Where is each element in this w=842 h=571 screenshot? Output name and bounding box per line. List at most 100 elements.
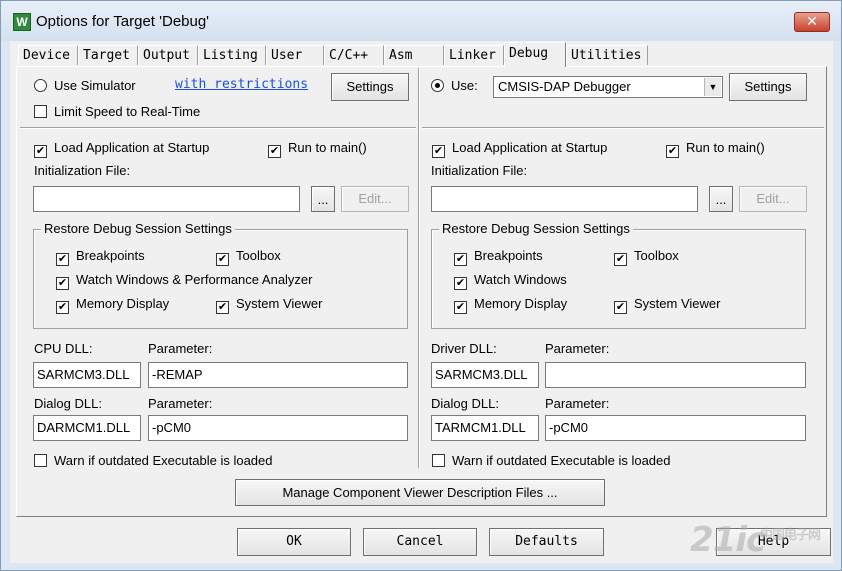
check-icon[interactable]: ✔ [614, 301, 627, 314]
defaults-button[interactable]: Defaults [489, 528, 604, 556]
left-run-main-checkbox[interactable]: ✔ Run to main() [268, 140, 367, 158]
check-icon[interactable]: ✔ [666, 145, 679, 158]
radio-simulator[interactable] [34, 79, 47, 92]
use-simulator-radio[interactable]: Use Simulator [34, 78, 136, 94]
tab-device[interactable]: Device [18, 45, 78, 65]
right-breakpoints-label: Breakpoints [474, 248, 543, 263]
left-load-app-checkbox[interactable]: ✔ Load Application at Startup [34, 140, 209, 158]
tab-utilities[interactable]: Utilities [566, 45, 648, 65]
check-icon[interactable]: ✔ [34, 145, 47, 158]
ok-button[interactable]: OK [237, 528, 351, 556]
tab-asm[interactable]: Asm [384, 45, 444, 65]
use-label: Use: [451, 78, 478, 93]
check-icon[interactable]: ✔ [216, 253, 229, 266]
left-edit-button[interactable]: Edit... [341, 186, 409, 212]
right-dialog-dll-label: Dialog DLL: [431, 396, 499, 411]
driver-param-input[interactable] [545, 362, 806, 388]
right-run-main-checkbox[interactable]: ✔ Run to main() [666, 140, 765, 158]
right-watch-checkbox[interactable]: ✔ Watch Windows [454, 272, 567, 290]
simulator-settings-button[interactable]: Settings [331, 73, 409, 101]
tab-cc[interactable]: C/C++ [324, 45, 384, 65]
right-warn-checkbox[interactable]: Warn if outdated Executable is loaded [432, 453, 671, 469]
right-toolbox-label: Toolbox [634, 248, 679, 263]
right-system-viewer-checkbox[interactable]: ✔ System Viewer [614, 296, 720, 314]
tab-listing[interactable]: Listing [198, 45, 266, 65]
tab-debug[interactable]: Debug [504, 42, 566, 67]
left-browse-button[interactable]: ... [311, 186, 335, 212]
watermark-subtext: 中国电子网 [760, 528, 821, 543]
tab-linker[interactable]: Linker [444, 45, 504, 65]
check-icon[interactable]: ✔ [216, 301, 229, 314]
left-watch-label: Watch Windows & Performance Analyzer [76, 272, 313, 287]
tab-target[interactable]: Target [78, 45, 138, 65]
driver-param-label: Parameter: [545, 341, 610, 356]
use-debugger-radio[interactable]: Use: [431, 78, 478, 94]
column-divider [418, 68, 420, 468]
left-breakpoints-checkbox[interactable]: ✔ Breakpoints [56, 248, 145, 266]
tab-user[interactable]: User [266, 45, 324, 65]
debugger-settings-button[interactable]: Settings [729, 73, 807, 101]
keil-app-icon: W [13, 13, 31, 31]
right-dialog-dll-input[interactable]: TARMCM1.DLL [431, 415, 539, 441]
right-load-app-checkbox[interactable]: ✔ Load Application at Startup [432, 140, 607, 158]
window-title: Options for Target 'Debug' [36, 13, 210, 30]
cpu-dll-label: CPU DLL: [34, 341, 93, 356]
right-dialog-param-input[interactable]: -pCM0 [545, 415, 806, 441]
right-warn-label: Warn if outdated Executable is loaded [452, 453, 671, 468]
driver-dll-input[interactable]: SARMCM3.DLL [431, 362, 539, 388]
tab-output[interactable]: Output [138, 45, 198, 65]
left-memory-checkbox[interactable]: ✔ Memory Display [56, 296, 169, 314]
right-system-viewer-label: System Viewer [634, 296, 721, 311]
left-dialog-param-label: Parameter: [148, 396, 213, 411]
check-icon[interactable]: ✔ [454, 277, 467, 290]
left-warn-box[interactable] [34, 454, 47, 467]
with-restrictions-link[interactable]: with restrictions [175, 77, 308, 92]
check-icon[interactable]: ✔ [56, 301, 69, 314]
check-icon[interactable]: ✔ [56, 253, 69, 266]
left-warn-label: Warn if outdated Executable is loaded [54, 453, 273, 468]
left-warn-checkbox[interactable]: Warn if outdated Executable is loaded [34, 453, 273, 469]
left-system-viewer-label: System Viewer [236, 296, 323, 311]
cancel-button[interactable]: Cancel [363, 528, 477, 556]
cpu-param-input[interactable]: -REMAP [148, 362, 408, 388]
right-browse-button[interactable]: ... [709, 186, 733, 212]
check-icon[interactable]: ✔ [56, 277, 69, 290]
limit-speed-box[interactable] [34, 105, 47, 118]
right-memory-label: Memory Display [474, 296, 568, 311]
left-toolbox-checkbox[interactable]: ✔ Toolbox [216, 248, 281, 266]
left-restore-group-title: Restore Debug Session Settings [41, 221, 235, 237]
left-dialog-dll-input[interactable]: DARMCM1.DLL [33, 415, 141, 441]
left-watch-checkbox[interactable]: ✔ Watch Windows & Performance Analyzer [56, 272, 313, 290]
right-init-file-input[interactable] [431, 186, 698, 212]
left-dialog-dll-label: Dialog DLL: [34, 396, 102, 411]
right-dialog-param-label: Parameter: [545, 396, 610, 411]
title-bar[interactable]: W Options for Target 'Debug' ✕ [1, 1, 841, 41]
check-icon[interactable]: ✔ [454, 253, 467, 266]
manage-component-viewer-button[interactable]: Manage Component Viewer Description File… [235, 479, 605, 506]
cpu-dll-input[interactable]: SARMCM3.DLL [33, 362, 141, 388]
check-icon[interactable]: ✔ [432, 145, 445, 158]
limit-speed-checkbox[interactable]: Limit Speed to Real-Time [34, 104, 200, 120]
right-warn-box[interactable] [432, 454, 445, 467]
left-init-file-input[interactable] [33, 186, 300, 212]
right-breakpoints-checkbox[interactable]: ✔ Breakpoints [454, 248, 543, 266]
right-run-main-label: Run to main() [686, 140, 765, 155]
right-edit-button[interactable]: Edit... [739, 186, 807, 212]
right-memory-checkbox[interactable]: ✔ Memory Display [454, 296, 567, 314]
watermark-logo: 21ic 中国电子网 [690, 520, 821, 560]
driver-dll-label: Driver DLL: [431, 341, 497, 356]
left-run-main-label: Run to main() [288, 140, 367, 155]
left-memory-label: Memory Display [76, 296, 170, 311]
check-icon[interactable]: ✔ [454, 301, 467, 314]
left-dialog-param-input[interactable]: -pCM0 [148, 415, 408, 441]
chevron-down-icon[interactable]: ▼ [704, 78, 721, 96]
radio-use-debugger[interactable] [431, 79, 444, 92]
left-system-viewer-checkbox[interactable]: ✔ System Viewer [216, 296, 322, 314]
close-button[interactable]: ✕ [794, 12, 830, 32]
debugger-select[interactable]: CMSIS-DAP Debugger ▼ [493, 76, 723, 98]
right-toolbox-checkbox[interactable]: ✔ Toolbox [614, 248, 679, 266]
watermark-text: 21ic [690, 520, 766, 560]
check-icon[interactable]: ✔ [268, 145, 281, 158]
debugger-select-value: CMSIS-DAP Debugger [498, 79, 631, 94]
check-icon[interactable]: ✔ [614, 253, 627, 266]
